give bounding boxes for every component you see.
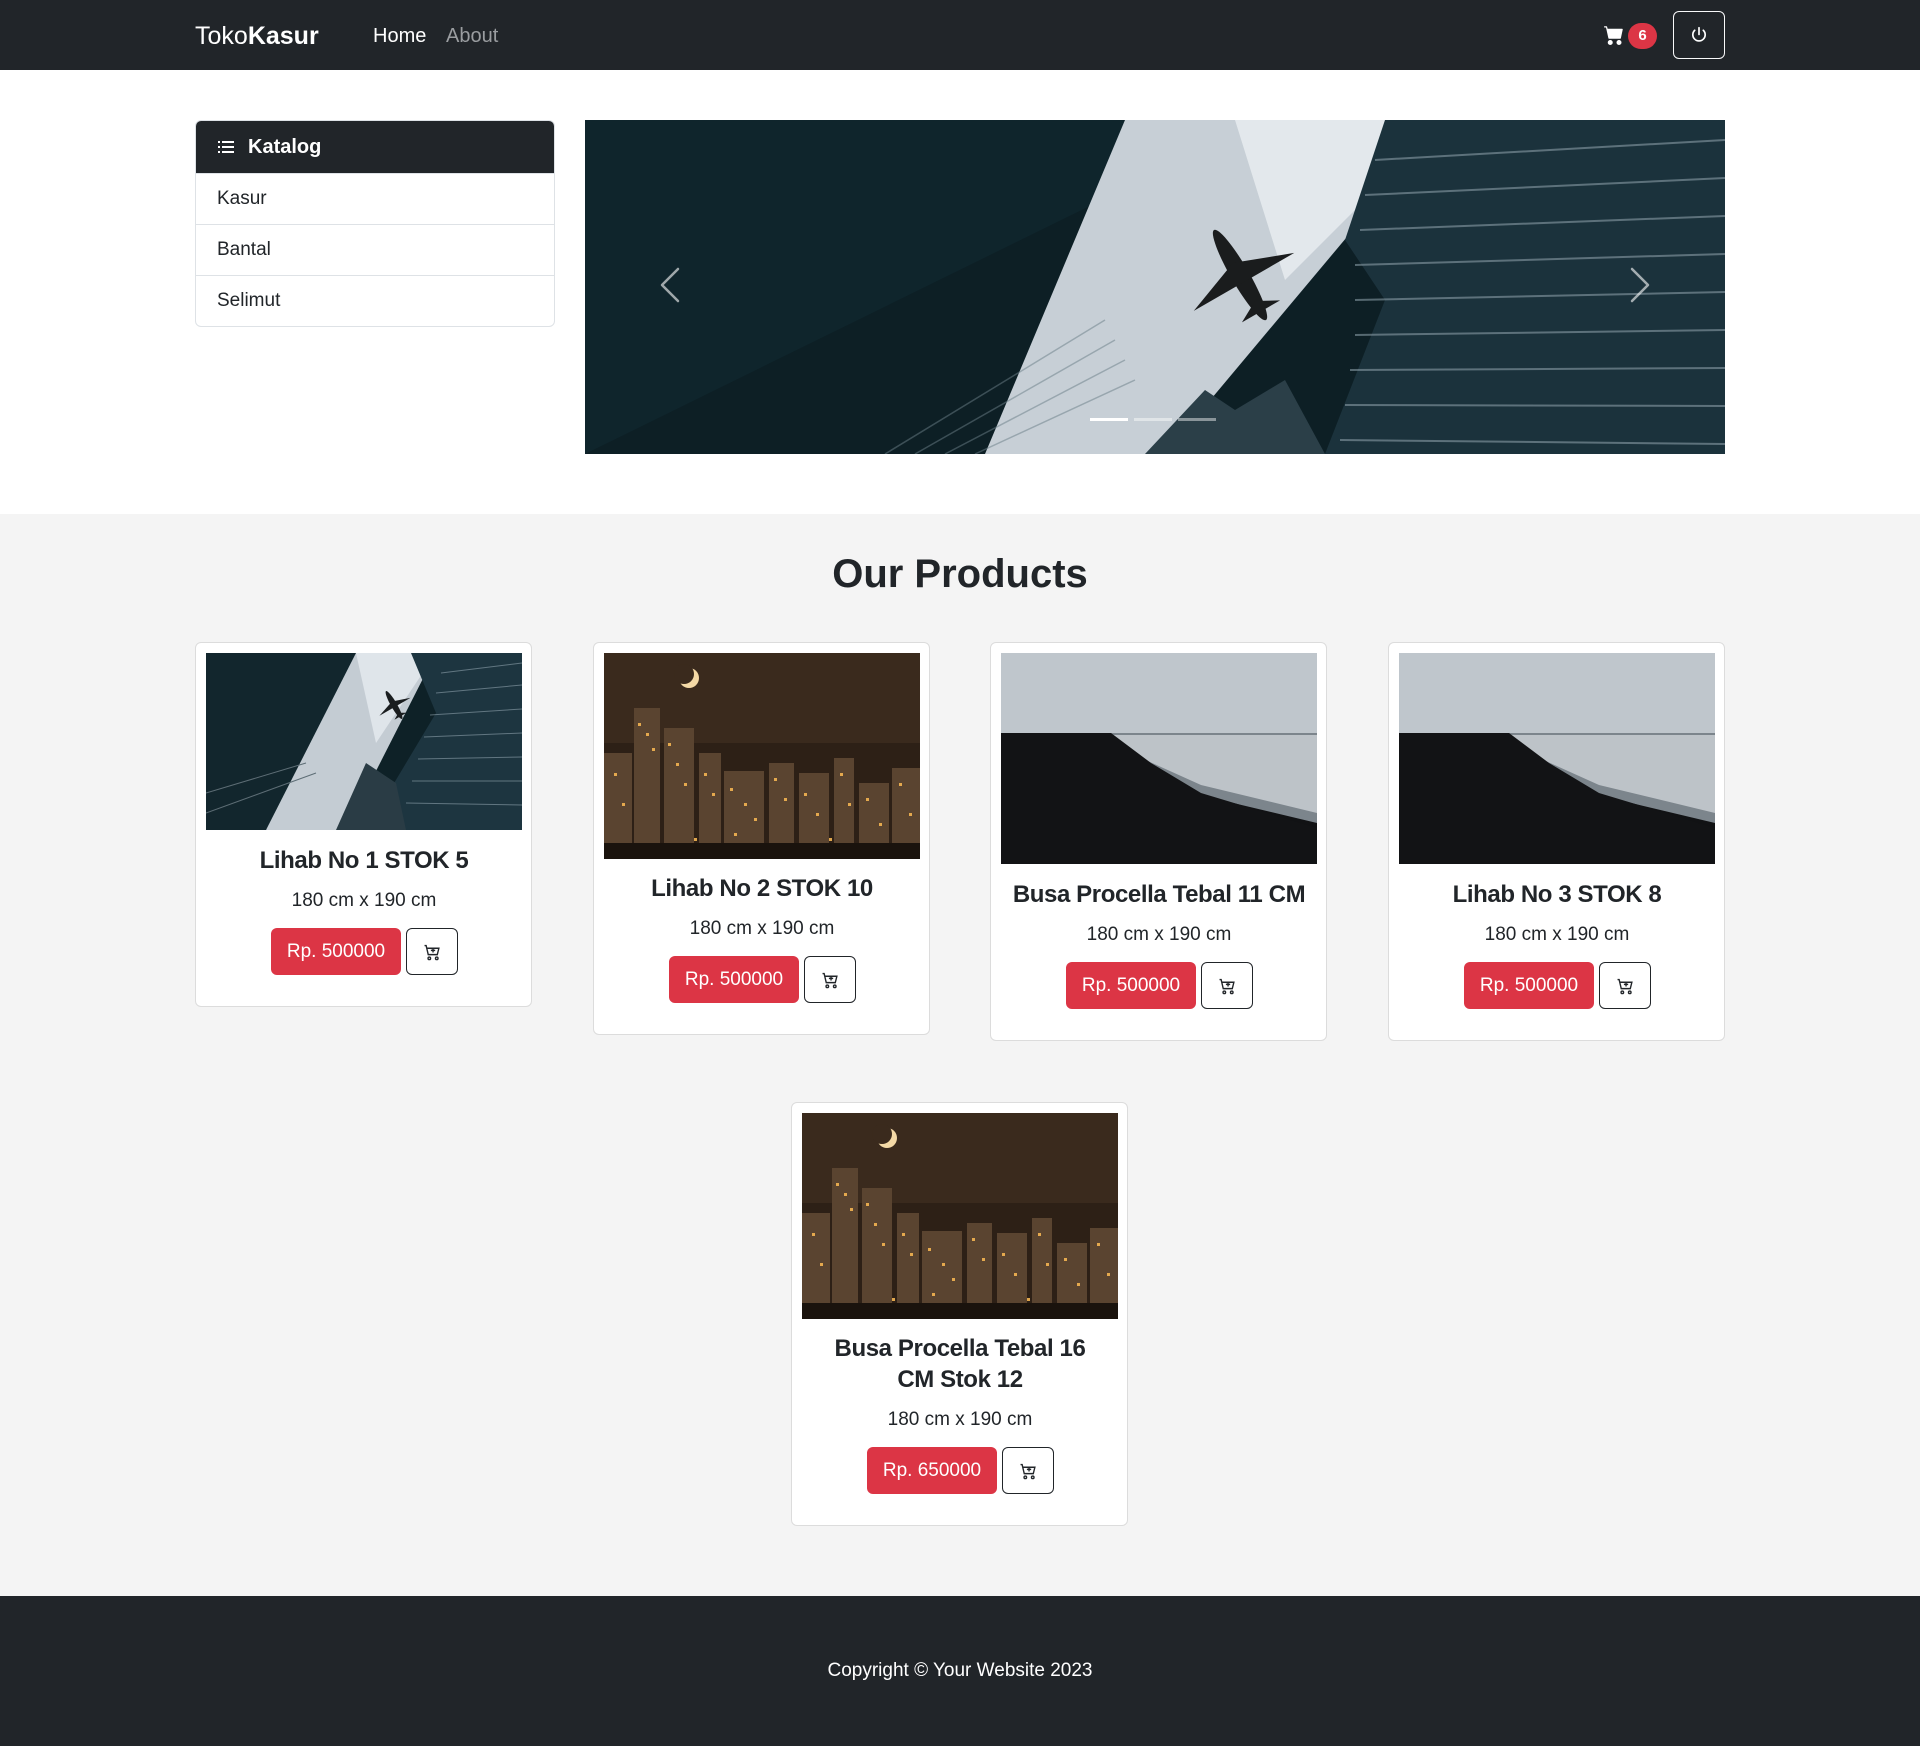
cart-plus-icon [1617, 978, 1633, 995]
products-title: Our Products [832, 552, 1088, 596]
cart-count-badge: 6 [1628, 23, 1657, 49]
cart-plus-icon [822, 972, 838, 989]
product-card: Lihab No 3 STOK 8 180 cm x 190 cm Rp. 50… [1388, 642, 1725, 1041]
add-to-cart-button[interactable] [1002, 1447, 1055, 1494]
hero-carousel [585, 120, 1725, 454]
product-name: Busa Procella Tebal 16 CM Stok 12 [834, 1335, 1086, 1393]
catalog-item-kasur[interactable]: Kasur [196, 173, 554, 224]
brand-prefix: Toko [195, 22, 248, 50]
add-to-cart-button[interactable] [1201, 962, 1254, 1009]
cart-icon [1604, 26, 1623, 45]
cart-plus-icon [1219, 978, 1235, 995]
product-actions: Rp. 500000 [196, 928, 533, 975]
catalog-title: Katalog [248, 135, 322, 158]
product-name: Lihab No 1 STOK 5 [259, 847, 469, 874]
cart-plus-icon [1020, 1463, 1036, 1480]
product-image [604, 653, 920, 859]
nav-about-link[interactable]: About [446, 24, 498, 48]
carousel-indicator-3[interactable] [1178, 418, 1216, 421]
carousel-slide-image [585, 120, 1725, 454]
carousel-indicators [1090, 418, 1216, 421]
product-image [206, 653, 522, 830]
price-button[interactable]: Rp. 500000 [1463, 962, 1595, 1009]
add-to-cart-button[interactable] [406, 928, 459, 975]
add-to-cart-button[interactable] [804, 956, 857, 1003]
price-button[interactable]: Rp. 650000 [866, 1447, 998, 1494]
price-button[interactable]: Rp. 500000 [668, 956, 800, 1003]
product-name: Lihab No 2 STOK 10 [651, 875, 873, 902]
cart-plus-icon [424, 944, 440, 961]
product-image [1399, 653, 1715, 864]
product-image [802, 1113, 1118, 1319]
catalog-header: Katalog [196, 121, 554, 173]
catalog-panel: Katalog Kasur Bantal Selimut [195, 120, 555, 327]
navbar: TokoKasur Home About 6 [0, 0, 1920, 70]
price-button[interactable]: Rp. 500000 [1065, 962, 1197, 1009]
product-name: Busa Procella Tebal 11 CM [1012, 881, 1306, 908]
product-name: Lihab No 3 STOK 8 [1452, 881, 1662, 908]
chevron-right-icon[interactable] [1610, 255, 1670, 315]
product-size: 180 cm x 190 cm [887, 1409, 1033, 1430]
catalog-item-bantal[interactable]: Bantal [196, 224, 554, 275]
product-size: 180 cm x 190 cm [1086, 924, 1232, 945]
add-to-cart-button[interactable] [1599, 962, 1652, 1009]
carousel-indicator-1[interactable] [1090, 418, 1128, 421]
product-card: Lihab No 1 STOK 5 180 cm x 190 cm Rp. 50… [195, 642, 532, 1007]
list-icon [218, 141, 234, 153]
product-actions: Rp. 500000 [991, 962, 1328, 1009]
product-actions: Rp. 650000 [792, 1447, 1129, 1494]
product-card: Lihab No 2 STOK 10 180 cm x 190 cm Rp. 5… [593, 642, 930, 1035]
carousel-indicator-2[interactable] [1134, 418, 1172, 421]
brand-bold: Kasur [247, 22, 319, 50]
product-size: 180 cm x 190 cm [1484, 924, 1630, 945]
product-card: Busa Procella Tebal 16 CM Stok 12 180 cm… [791, 1102, 1128, 1526]
logout-button[interactable] [1673, 11, 1725, 59]
product-size: 180 cm x 190 cm [689, 918, 835, 939]
brand-logo[interactable]: TokoKasur [195, 20, 319, 52]
products-section: Our Products Lihab No 1 STOK 5 180 cm x … [0, 514, 1920, 1596]
product-size: 180 cm x 190 cm [291, 890, 437, 911]
product-card: Busa Procella Tebal 11 CM 180 cm x 190 c… [990, 642, 1327, 1041]
footer-copyright: Copyright © Your Website 2023 [827, 1660, 1093, 1681]
price-button[interactable]: Rp. 500000 [270, 928, 402, 975]
nav-home-link[interactable]: Home [373, 24, 426, 48]
cart-button[interactable]: 6 [1601, 22, 1659, 50]
catalog-item-selimut[interactable]: Selimut [196, 275, 554, 326]
product-actions: Rp. 500000 [594, 956, 931, 1003]
product-image [1001, 653, 1317, 864]
chevron-left-icon[interactable] [640, 255, 700, 315]
product-actions: Rp. 500000 [1389, 962, 1726, 1009]
footer: Copyright © Your Website 2023 [0, 1596, 1920, 1746]
power-icon [1692, 26, 1706, 42]
